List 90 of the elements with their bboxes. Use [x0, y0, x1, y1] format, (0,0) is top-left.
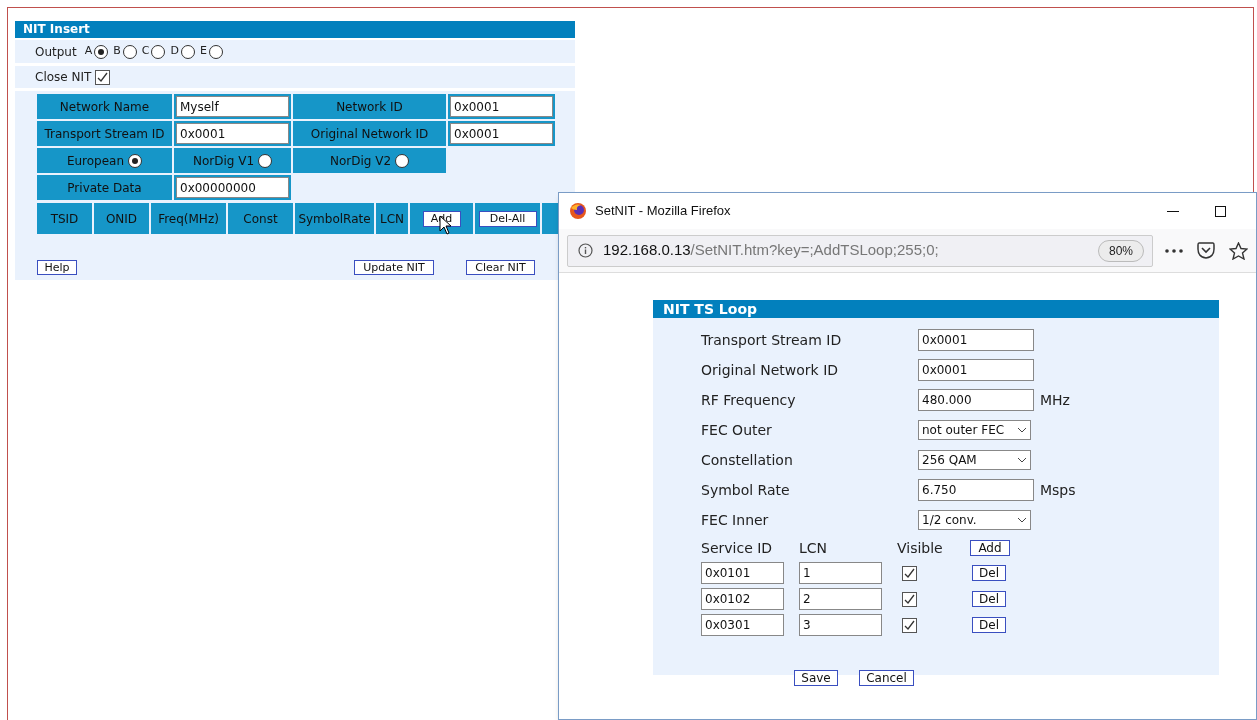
radio-button[interactable]	[151, 44, 166, 59]
standard-label: European	[66, 152, 125, 170]
column-header: ONID	[94, 203, 149, 234]
radio-button[interactable]	[208, 44, 223, 59]
radio-button[interactable]	[395, 153, 410, 168]
button[interactable]: Clear NIT	[466, 259, 535, 275]
button[interactable]: Del-All	[478, 210, 537, 227]
unit-label: MHz	[1040, 390, 1070, 410]
input-field[interactable]: 3	[799, 614, 882, 636]
field-label: Original Network ID	[293, 121, 446, 146]
column-header: Const	[228, 203, 293, 234]
output-label: Output	[35, 43, 77, 61]
panel-title: NIT Insert	[23, 22, 90, 36]
chevron-down-icon	[1017, 427, 1027, 433]
url-host: 192.168.0.13	[603, 240, 691, 261]
column-header: LCN	[799, 538, 829, 558]
option-label: D	[170, 43, 179, 60]
input-field[interactable]: 0x00000000	[176, 177, 289, 198]
standard-label: NorDig V1	[192, 152, 255, 170]
more-icon[interactable]	[1165, 248, 1183, 253]
option-label: A	[84, 43, 93, 60]
input-field[interactable]: 2	[799, 588, 882, 610]
input-field[interactable]: 0x0001	[918, 329, 1034, 351]
column-header: SymbolRate	[295, 203, 374, 234]
input-field[interactable]: 0x0301	[701, 614, 784, 636]
panel-title: NIT TS Loop	[663, 301, 758, 317]
field-label: FEC Outer	[701, 420, 773, 440]
field-label: Transport Stream ID	[701, 330, 843, 350]
button[interactable]: Del	[972, 565, 1006, 581]
input-field[interactable]: 0x0001	[450, 96, 553, 117]
input-field[interactable]: 0x0001	[450, 123, 553, 144]
radio-button[interactable]	[122, 44, 137, 59]
dropdown[interactable]: 256 QAM	[918, 450, 1031, 470]
shield-icon[interactable]	[1197, 242, 1215, 259]
chevron-down-icon	[1017, 517, 1027, 523]
column-header: Freq(MHz)	[151, 203, 226, 234]
dropdown[interactable]: not outer FEC	[918, 420, 1031, 440]
input-field[interactable]: 0x0001	[918, 359, 1034, 381]
checkbox[interactable]	[902, 565, 917, 581]
field-label: Network ID	[293, 94, 446, 119]
button[interactable]: Save	[794, 670, 838, 686]
column-header: Visible	[897, 538, 944, 558]
unit-label: Msps	[1040, 480, 1076, 500]
column-header: LCN	[376, 203, 408, 234]
input-field[interactable]: 0x0101	[701, 562, 784, 584]
input-field[interactable]: 480.000	[918, 389, 1034, 411]
checkbox[interactable]	[95, 69, 111, 85]
button[interactable]: Cancel	[859, 670, 914, 686]
info-icon	[578, 243, 593, 258]
zoom-indicator[interactable]: 80%	[1097, 239, 1144, 262]
field-label: RF Frequency	[701, 390, 797, 410]
field-label: Private Data	[37, 175, 172, 200]
chevron-down-icon	[1017, 457, 1027, 463]
button[interactable]: Add	[970, 540, 1010, 556]
dropdown[interactable]: 1/2 conv.	[918, 510, 1031, 530]
button[interactable]: Del	[972, 617, 1006, 633]
checkbox[interactable]	[902, 591, 917, 607]
field-label: Original Network ID	[701, 360, 840, 380]
button[interactable]: Del	[972, 591, 1006, 607]
radio-button[interactable]	[258, 153, 273, 168]
standard-label: NorDig V2	[329, 152, 392, 170]
close-nit-label: Close NIT	[35, 69, 92, 86]
window-title: SetNIT - Mozilla Firefox	[595, 202, 731, 221]
maximize-icon[interactable]	[1215, 205, 1226, 217]
radio-button[interactable]	[128, 153, 143, 168]
field-label: Symbol Rate	[701, 480, 791, 500]
button[interactable]: Update NIT	[354, 259, 434, 275]
field-label: FEC Inner	[701, 510, 770, 530]
address-bar[interactable]: 192.168.0.13/SetNIT.htm?key=;AddTSLoop;255;0; 80%	[567, 234, 1153, 267]
option-label: C	[141, 43, 150, 60]
browser-logo-icon	[569, 202, 587, 220]
option-label: B	[113, 43, 121, 60]
field-label: Transport Stream ID	[37, 121, 172, 146]
input-field[interactable]: 6.750	[918, 479, 1034, 501]
option-label: E	[199, 43, 207, 60]
radio-button[interactable]	[180, 44, 195, 59]
field-label: Network Name	[37, 94, 172, 119]
column-header: Service ID	[701, 538, 774, 558]
url-path: /SetNIT.htm?key=;AddTSLoop;255;0;	[690, 240, 939, 261]
star-icon[interactable]	[1229, 241, 1248, 260]
column-header: TSID	[37, 203, 92, 234]
input-field[interactable]: Myself	[176, 96, 289, 117]
checkbox[interactable]	[902, 617, 917, 633]
minimize-icon[interactable]	[1167, 210, 1179, 212]
input-field[interactable]: 0x0102	[701, 588, 784, 610]
field-label: Constellation	[701, 450, 794, 470]
input-field[interactable]: 0x0001	[176, 123, 289, 144]
button[interactable]: Help	[37, 259, 77, 275]
input-field[interactable]: 1	[799, 562, 882, 584]
radio-button[interactable]	[94, 44, 109, 59]
